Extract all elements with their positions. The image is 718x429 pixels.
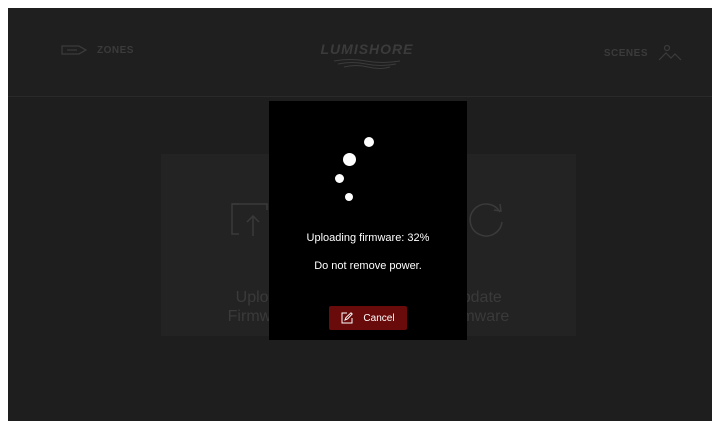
person-landscape-icon	[658, 44, 682, 61]
lumishore-logo: LUMISHORE	[312, 41, 422, 73]
loading-spinner	[269, 101, 467, 211]
cancel-label: Cancel	[363, 312, 395, 324]
spinner-dot	[343, 153, 356, 166]
zones-label: ZONES	[97, 44, 134, 56]
spinner-dot	[364, 137, 374, 147]
header-divider	[8, 96, 712, 97]
top-bar: ZONES LUMISHORE SCENES	[8, 8, 712, 96]
scenes-nav[interactable]: SCENES	[604, 44, 682, 62]
spinner-dot	[335, 174, 344, 183]
edit-icon	[341, 312, 354, 324]
logo-waves	[333, 59, 401, 69]
logo-text: LUMISHORE	[320, 41, 414, 57]
spinner-dot	[345, 193, 353, 201]
upload-progress-text: Uploading firmware: 32%	[306, 232, 430, 244]
scenes-label: SCENES	[603, 47, 648, 59]
refresh-icon	[469, 203, 503, 237]
app-screen: ZONES LUMISHORE SCENES Upload Firmware U…	[8, 8, 712, 421]
power-warning-text: Do not remove power.	[314, 260, 422, 272]
cancel-button[interactable]: Cancel	[329, 306, 407, 330]
firmware-upload-dialog: Uploading firmware: 32% Do not remove po…	[269, 101, 467, 340]
zones-nav[interactable]: ZONES	[61, 44, 134, 56]
boat-icon	[61, 45, 87, 55]
